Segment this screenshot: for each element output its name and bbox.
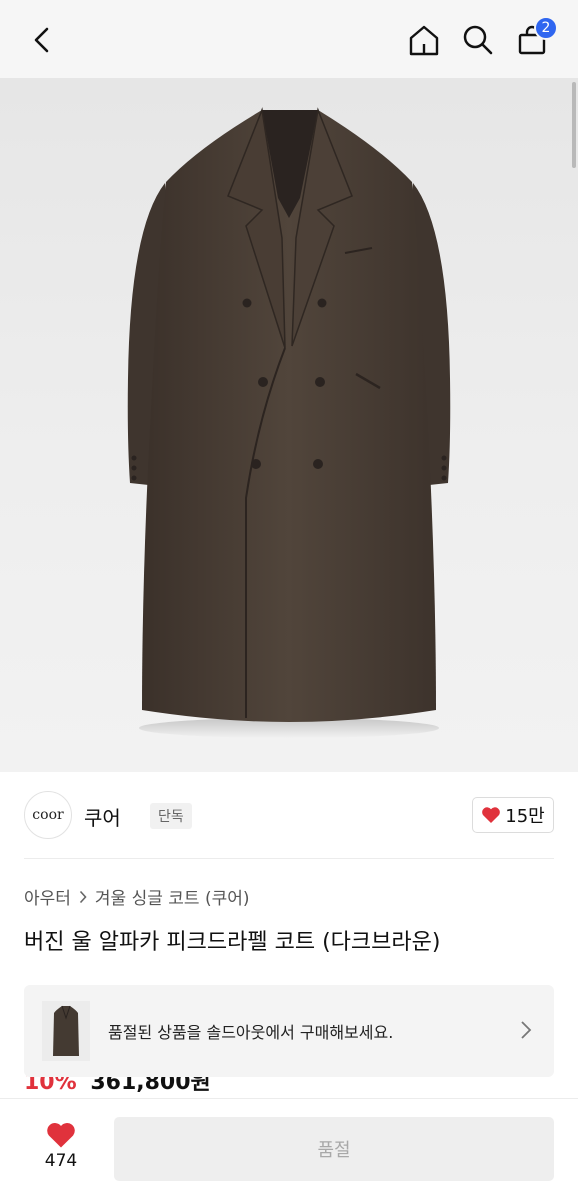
cart-count-badge: 2 <box>534 16 558 40</box>
back-button[interactable] <box>22 18 62 62</box>
breadcrumb-category[interactable]: 아우터 <box>24 884 71 909</box>
banner-thumbnail <box>42 1001 90 1061</box>
search-icon <box>463 25 493 55</box>
breadcrumb: 아우터 겨울 싱글 코트 (쿠어) <box>24 884 250 909</box>
chevron-right-icon <box>521 1021 532 1039</box>
brand-row: coor 쿠어 단독 15만 <box>24 788 554 842</box>
heart-icon <box>482 807 501 823</box>
brand-like-button[interactable]: 15만 <box>472 797 554 833</box>
brand-name[interactable]: 쿠어 <box>84 802 121 831</box>
top-header: 2 <box>0 0 578 78</box>
product-title: 버진 울 알파카 피크드라펠 코트 (다크브라운) <box>24 930 441 955</box>
divider <box>24 858 554 859</box>
chevron-right-icon <box>79 890 87 903</box>
wishlist-button[interactable]: 474 <box>36 1121 86 1171</box>
search-button[interactable] <box>458 18 498 62</box>
heart-icon <box>47 1123 75 1148</box>
bottom-action-bar: 474 품절 <box>0 1098 578 1200</box>
brand-logo[interactable]: coor <box>24 791 72 839</box>
product-image[interactable] <box>0 78 578 772</box>
home-icon <box>409 25 439 56</box>
home-button[interactable] <box>404 18 444 62</box>
coat-image <box>127 107 451 738</box>
soldout-banner[interactable]: 품절된 상품을 솔드아웃에서 구매해보세요. <box>24 985 554 1077</box>
breadcrumb-subcategory[interactable]: 겨울 싱글 코트 (쿠어) <box>95 884 250 909</box>
banner-text: 품절된 상품을 솔드아웃에서 구매해보세요. <box>108 1023 394 1042</box>
wishlist-count: 474 <box>44 1151 78 1171</box>
soldout-button[interactable]: 품절 <box>114 1117 554 1181</box>
scrollbar[interactable] <box>572 82 576 168</box>
chevron-left-icon <box>34 27 49 53</box>
brand-like-count: 15만 <box>505 806 545 827</box>
exclusive-badge: 단독 <box>150 803 192 829</box>
coat-thumbnail <box>53 1005 79 1056</box>
cart-button[interactable]: 2 <box>512 16 558 62</box>
